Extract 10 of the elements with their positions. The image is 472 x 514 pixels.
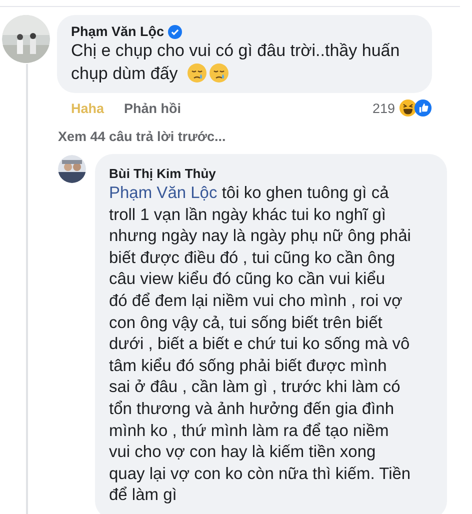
reply-text: Phạm Văn Lộc tôi ko ghen tuông gì cả troll 1 vạn lần ngày khác tui ko nghĩ gì nhưng ngày nay là ngày phụ nữ ông phải biết được điều đó , tui cũng ko cần ông câu view kiểu đó cũng ko cần vui kiểu đó để đem lại niềm vui cho mình , roi vợ con ông vậy cả, tui sống biết trên biết dưới , biết a biết e chứ tui ko sống mà vô tâm kiểu đó sống phải biết được mình sai ở đâu , cần làm gì , trước khi làm có tổn thương và ảnh hưởng đến gia đình mình ko , thứ mình làm ra để tạo niềm vui cho vợ con hay là kiếm tiền xong quay lại vợ con ko còn nữa thì kiếm. Tiền để làm gì [109, 183, 412, 506]
reaction-count[interactable]: 219 [372, 100, 395, 116]
author-name[interactable]: Phạm Văn Lộc [71, 24, 164, 39]
comment-text: Chị e chụp cho vui có gì đâu trời..thầy huấn chụp dùm đấy [71, 41, 400, 83]
reply-link[interactable]: Phản hồi [124, 100, 182, 116]
author-name[interactable]: Bùi Thị Kim Thủy [109, 166, 447, 181]
like-icon [414, 99, 432, 117]
mention-link[interactable]: Phạm Văn Lộc [109, 184, 218, 202]
view-previous-replies-link[interactable]: Xem 44 câu trả lời trước... [58, 129, 226, 144]
laughing-face-icon [399, 99, 417, 117]
